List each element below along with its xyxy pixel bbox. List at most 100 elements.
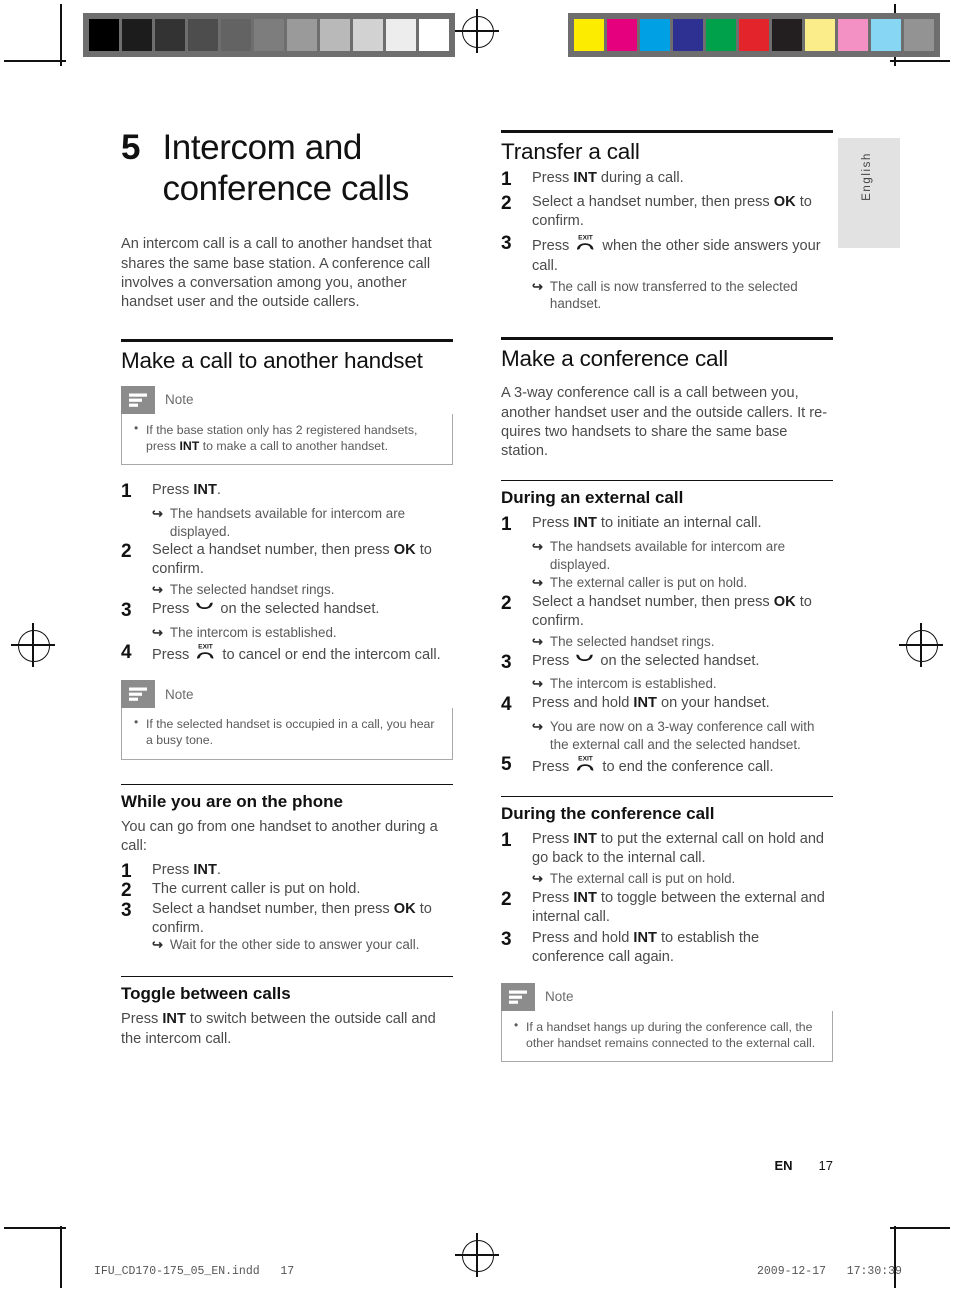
calibration-patch — [155, 19, 185, 51]
step-item: 2 The current caller is put on hold. — [121, 880, 453, 902]
step-item: 3 Press and hold INT to establish the con… — [501, 929, 833, 967]
step-text: Press and hold INT to establish the conf… — [532, 930, 760, 965]
print-filename: IFU_CD170-175_05_EN.indd 17 — [94, 1265, 295, 1278]
step-item: 2 Press INT to toggle between the externa… — [501, 889, 833, 927]
note-label: Note — [165, 686, 194, 702]
result-text: The external caller is put on hold. — [549, 575, 748, 591]
step-number: 4 — [501, 694, 512, 716]
step-result: ↪ The intercom is established. — [152, 624, 453, 642]
step-item: 3 Press EXIT when the other side answers … — [501, 233, 833, 276]
step-text: Press on the selected handset. — [532, 652, 833, 672]
language-tab-label: English — [861, 152, 873, 201]
svg-text:EXIT: EXIT — [579, 756, 594, 763]
step-item: 4 Press EXIT to cancel or end the interco… — [121, 642, 453, 666]
key-label: INT — [193, 861, 217, 878]
note-item: If the base station only has 2 registere… — [132, 421, 442, 454]
step-text: Press EXIT to end the conference call. — [532, 754, 833, 778]
calibration-patch — [574, 19, 604, 51]
result-arrow-icon: ↪ — [152, 505, 163, 521]
step-number: 3 — [121, 900, 132, 922]
step-result: ↪ The handsets available for intercom are… — [152, 505, 453, 540]
calibration-patch — [706, 19, 736, 51]
key-label: OK — [393, 542, 416, 559]
step-item: 3 Press on the selected handset. — [121, 600, 453, 622]
result-text: The selected handset rings. — [169, 582, 335, 598]
note-item: If the selected handset is occupied in a… — [132, 715, 442, 748]
talk-handset-icon — [575, 653, 594, 672]
note-header: Note — [501, 982, 833, 1011]
step-number: 5 — [501, 754, 512, 776]
calibration-patch — [772, 19, 802, 51]
step-item: 1 Press INT. — [121, 481, 453, 503]
step-text: Press and hold INT on your handset. — [532, 695, 770, 712]
result-arrow-icon: ↪ — [152, 937, 163, 953]
grayscale-calibration-bar — [83, 13, 455, 57]
step-text: Press EXIT when the other side answers y… — [532, 233, 821, 274]
steps-make-a-call: 1 Press INT. ↪ The handsets available for i… — [121, 481, 453, 666]
result-text: The intercom is established. — [549, 676, 717, 692]
footer-page-number: 17 — [818, 1158, 833, 1173]
exit-handset-icon: EXIT — [575, 754, 596, 778]
result-arrow-icon: ↪ — [532, 633, 543, 649]
note-header: Note — [121, 385, 453, 414]
heading-make-a-call-to-another-handset: Make a call to another handset — [121, 338, 453, 374]
step-text: Select a handset number, then press OK t… — [532, 193, 812, 229]
heading-while-you-are-on-the-phone: While you are on the phone — [121, 783, 453, 812]
language-tab: English — [838, 138, 900, 248]
step-text: Press INT. — [152, 482, 221, 498]
step-item: 3 Select a handset number, then press OK … — [121, 900, 453, 938]
result-text: The external call is put on hold. — [549, 871, 736, 887]
result-arrow-icon: ↪ — [532, 871, 543, 887]
chapter-title-line1: Intercom and — [162, 128, 362, 167]
chapter-number: 5 — [121, 128, 141, 167]
step-text: Select a handset number, then press OK t… — [152, 542, 432, 578]
step-number: 2 — [501, 592, 512, 614]
note-item: If a handset hangs up during the confere… — [512, 1018, 822, 1051]
step-text: Press on the selected handset. — [152, 600, 453, 620]
calibration-patch — [673, 19, 703, 51]
step-item: 2 Select a handset number, then press OK … — [501, 193, 833, 231]
step-text: Select a handset number, then press OK t… — [152, 901, 432, 937]
heading-make-a-conference-call: Make a conference call — [501, 337, 833, 372]
result-arrow-icon: ↪ — [152, 624, 163, 640]
step-number: 2 — [121, 541, 132, 563]
step-text: The current caller is put on hold. — [152, 881, 361, 898]
steps-during-conference-call: 1 Press INT to put the external call on h… — [501, 830, 833, 967]
calibration-patch — [254, 19, 284, 51]
step-text: Press EXIT to cancel or end the intercom… — [152, 642, 453, 666]
note-body: If the selected handset is occupied in a… — [121, 708, 453, 760]
key-label: INT — [573, 831, 597, 848]
note-box-busy-tone: Note If the selected handset is occupied… — [121, 680, 453, 760]
heading-transfer-a-call: Transfer a call — [501, 130, 833, 165]
step-result: ↪ You are now on a 3-way conference call … — [532, 718, 833, 753]
note-icon — [501, 982, 535, 1011]
result-arrow-icon: ↪ — [152, 582, 163, 598]
calibration-patch — [287, 19, 317, 51]
chapter-intro-paragraph: An intercom call is a call to another ha… — [121, 236, 432, 311]
step-number: 3 — [121, 599, 132, 621]
chapter-title: Intercom and conference calls — [162, 128, 409, 209]
calibration-patch — [122, 19, 152, 51]
page-footer: EN 17 — [501, 1158, 833, 1173]
calibration-patch — [871, 19, 901, 51]
calibration-patch — [739, 19, 769, 51]
calibration-patch — [904, 19, 934, 51]
key-label: OK — [393, 901, 416, 918]
result-text: The call is now transferred to the selec… — [549, 278, 798, 312]
key-label: OK — [773, 193, 796, 210]
note-icon — [121, 680, 155, 709]
exit-handset-icon: EXIT — [195, 642, 216, 666]
chapter-heading: 5 Intercom and conference calls — [121, 128, 453, 209]
step-result: ↪ The call is now transferred to the sele… — [532, 278, 833, 313]
exit-handset-icon: EXIT — [575, 233, 596, 257]
conference-call-intro: A 3-way conference call is a call betwee… — [501, 385, 828, 460]
step-text: Press INT to initiate an internal call. — [532, 514, 762, 531]
toggle-between-calls-text: Press INT to switch between the outside … — [121, 1011, 436, 1047]
heading-during-an-external-call: During an external call — [501, 479, 833, 508]
step-number: 3 — [501, 929, 512, 951]
calibration-patch — [221, 19, 251, 51]
step-item: 3 Press on the selected handset. — [501, 652, 833, 674]
result-text: The handsets available for intercom are … — [169, 505, 406, 539]
result-text: The handsets available for intercom are … — [549, 538, 786, 572]
print-timestamp: 2009-12-17 17:30:39 — [757, 1265, 902, 1278]
